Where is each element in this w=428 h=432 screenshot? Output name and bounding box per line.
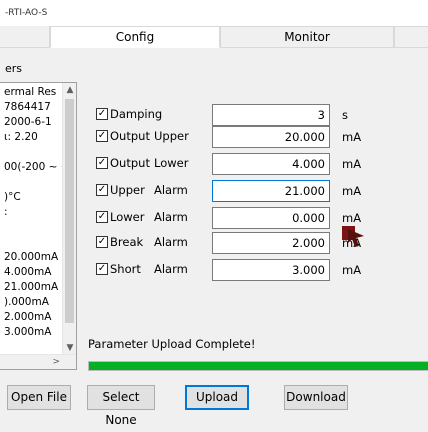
param-row: ✓Upper Alarm mA bbox=[96, 180, 428, 202]
title-bar: -RTI-AO-S bbox=[0, 0, 428, 26]
param-row: ✓Output Lower mA bbox=[96, 153, 428, 175]
scrollbar-thumb[interactable] bbox=[65, 99, 74, 323]
listbox-item[interactable]: 2.000mA bbox=[0, 310, 63, 325]
param-row: ✓Output Upper mA bbox=[96, 126, 428, 148]
param-checkbox[interactable]: ✓ bbox=[96, 157, 108, 169]
scroll-up-icon[interactable]: ▲ bbox=[63, 83, 76, 97]
param-value-input[interactable] bbox=[212, 180, 330, 202]
listbox-item[interactable]: 2000-6-1 bbox=[0, 115, 63, 130]
param-row: ✓BreakAlarmmA bbox=[96, 232, 428, 254]
tab-right-partial[interactable] bbox=[394, 26, 428, 48]
param-label: Short bbox=[110, 262, 141, 276]
open-file-button[interactable]: Open File bbox=[7, 385, 71, 410]
listbox-item[interactable] bbox=[0, 145, 63, 160]
info-listbox[interactable]: ermal Res 7864417 2000-6-1 ι: 2.20 00(-200 ~… bbox=[0, 82, 77, 370]
listbox-item[interactable]: 4.000mA bbox=[0, 265, 63, 280]
listbox-item[interactable] bbox=[0, 220, 63, 235]
param-label: Output bbox=[110, 129, 150, 143]
param-row: ✓Short Alarm mA bbox=[96, 259, 428, 281]
param-checkbox[interactable]: ✓ bbox=[96, 211, 108, 223]
param-unit: mA bbox=[342, 263, 362, 277]
listbox-item[interactable]: ).000mA bbox=[0, 295, 63, 310]
param-value-input[interactable] bbox=[212, 207, 330, 229]
param-row: ✓Lower Alarm mA bbox=[96, 207, 428, 229]
param-value-input[interactable] bbox=[212, 104, 330, 126]
param-label: Break bbox=[110, 235, 144, 249]
param-checkbox[interactable]: ✓ bbox=[96, 130, 108, 142]
param-label: Output bbox=[110, 156, 150, 170]
listbox-item[interactable]: 3.000mA bbox=[0, 325, 63, 340]
param-sublabel: Lower bbox=[154, 156, 189, 170]
param-label: Upper bbox=[110, 183, 145, 197]
param-value-input[interactable] bbox=[212, 126, 330, 148]
param-checkbox[interactable]: ✓ bbox=[96, 236, 108, 248]
param-label: Damping bbox=[110, 107, 163, 121]
param-checkbox[interactable]: ✓ bbox=[96, 108, 108, 120]
tab-monitor[interactable]: Monitor bbox=[220, 26, 394, 48]
listbox-item[interactable]: )°C bbox=[0, 190, 63, 205]
param-checkbox[interactable]: ✓ bbox=[96, 184, 108, 196]
listbox-item[interactable]: ι: 2.20 bbox=[0, 130, 63, 145]
param-unit: mA bbox=[342, 157, 362, 171]
listbox-item[interactable] bbox=[0, 235, 63, 250]
listbox-items: ermal Res 7864417 2000-6-1 ι: 2.20 00(-200 ~… bbox=[0, 85, 63, 340]
param-unit: mA bbox=[342, 184, 362, 198]
param-checkbox[interactable]: ✓ bbox=[96, 263, 108, 275]
param-sublabel: Upper bbox=[154, 129, 189, 143]
param-sublabel: Alarm bbox=[154, 235, 188, 249]
param-sublabel: Alarm bbox=[154, 183, 188, 197]
listbox-item[interactable]: : bbox=[0, 205, 63, 220]
param-unit: mA bbox=[342, 130, 362, 144]
tab-config[interactable]: Config bbox=[50, 26, 220, 48]
param-label: Lower bbox=[110, 210, 145, 224]
scroll-down-icon[interactable]: ▼ bbox=[63, 341, 76, 355]
window-title: -RTI-AO-S bbox=[5, 8, 48, 18]
listbox-item[interactable]: 7864417 bbox=[0, 100, 63, 115]
status-message: Parameter Upload Complete! bbox=[88, 337, 256, 351]
horizontal-scrollbar[interactable]: > bbox=[0, 354, 76, 369]
listbox-item[interactable]: 20.000mA bbox=[0, 250, 63, 265]
param-value-input[interactable] bbox=[212, 153, 330, 175]
listbox-item[interactable]: ermal Res bbox=[0, 85, 63, 100]
upload-progress-bar bbox=[88, 361, 428, 371]
scroll-right-icon[interactable]: > bbox=[52, 355, 60, 369]
param-sublabel: Alarm bbox=[154, 262, 188, 276]
tab-strip: Config Monitor bbox=[0, 26, 428, 48]
listbox-item[interactable]: 21.000mA bbox=[0, 280, 63, 295]
param-value-input[interactable] bbox=[212, 259, 330, 281]
param-unit: mA bbox=[342, 211, 362, 225]
param-unit: s bbox=[342, 108, 348, 122]
listbox-item[interactable] bbox=[0, 175, 63, 190]
mouse-cursor-icon bbox=[342, 226, 364, 247]
progress-fill bbox=[89, 362, 428, 370]
listbox-item[interactable]: 00(-200 ~ + bbox=[0, 160, 63, 175]
select-none-button[interactable]: Select None bbox=[87, 385, 155, 427]
download-button[interactable]: Download bbox=[284, 385, 348, 410]
param-sublabel: Alarm bbox=[154, 210, 188, 224]
tab-left-partial[interactable] bbox=[0, 26, 50, 48]
vertical-scrollbar[interactable]: ▲ ▼ bbox=[62, 83, 76, 355]
param-row: ✓Damping s bbox=[96, 104, 428, 126]
parameters-section-label: ers bbox=[5, 62, 23, 75]
upload-button[interactable]: Upload bbox=[185, 385, 249, 410]
param-value-input[interactable] bbox=[212, 232, 330, 254]
